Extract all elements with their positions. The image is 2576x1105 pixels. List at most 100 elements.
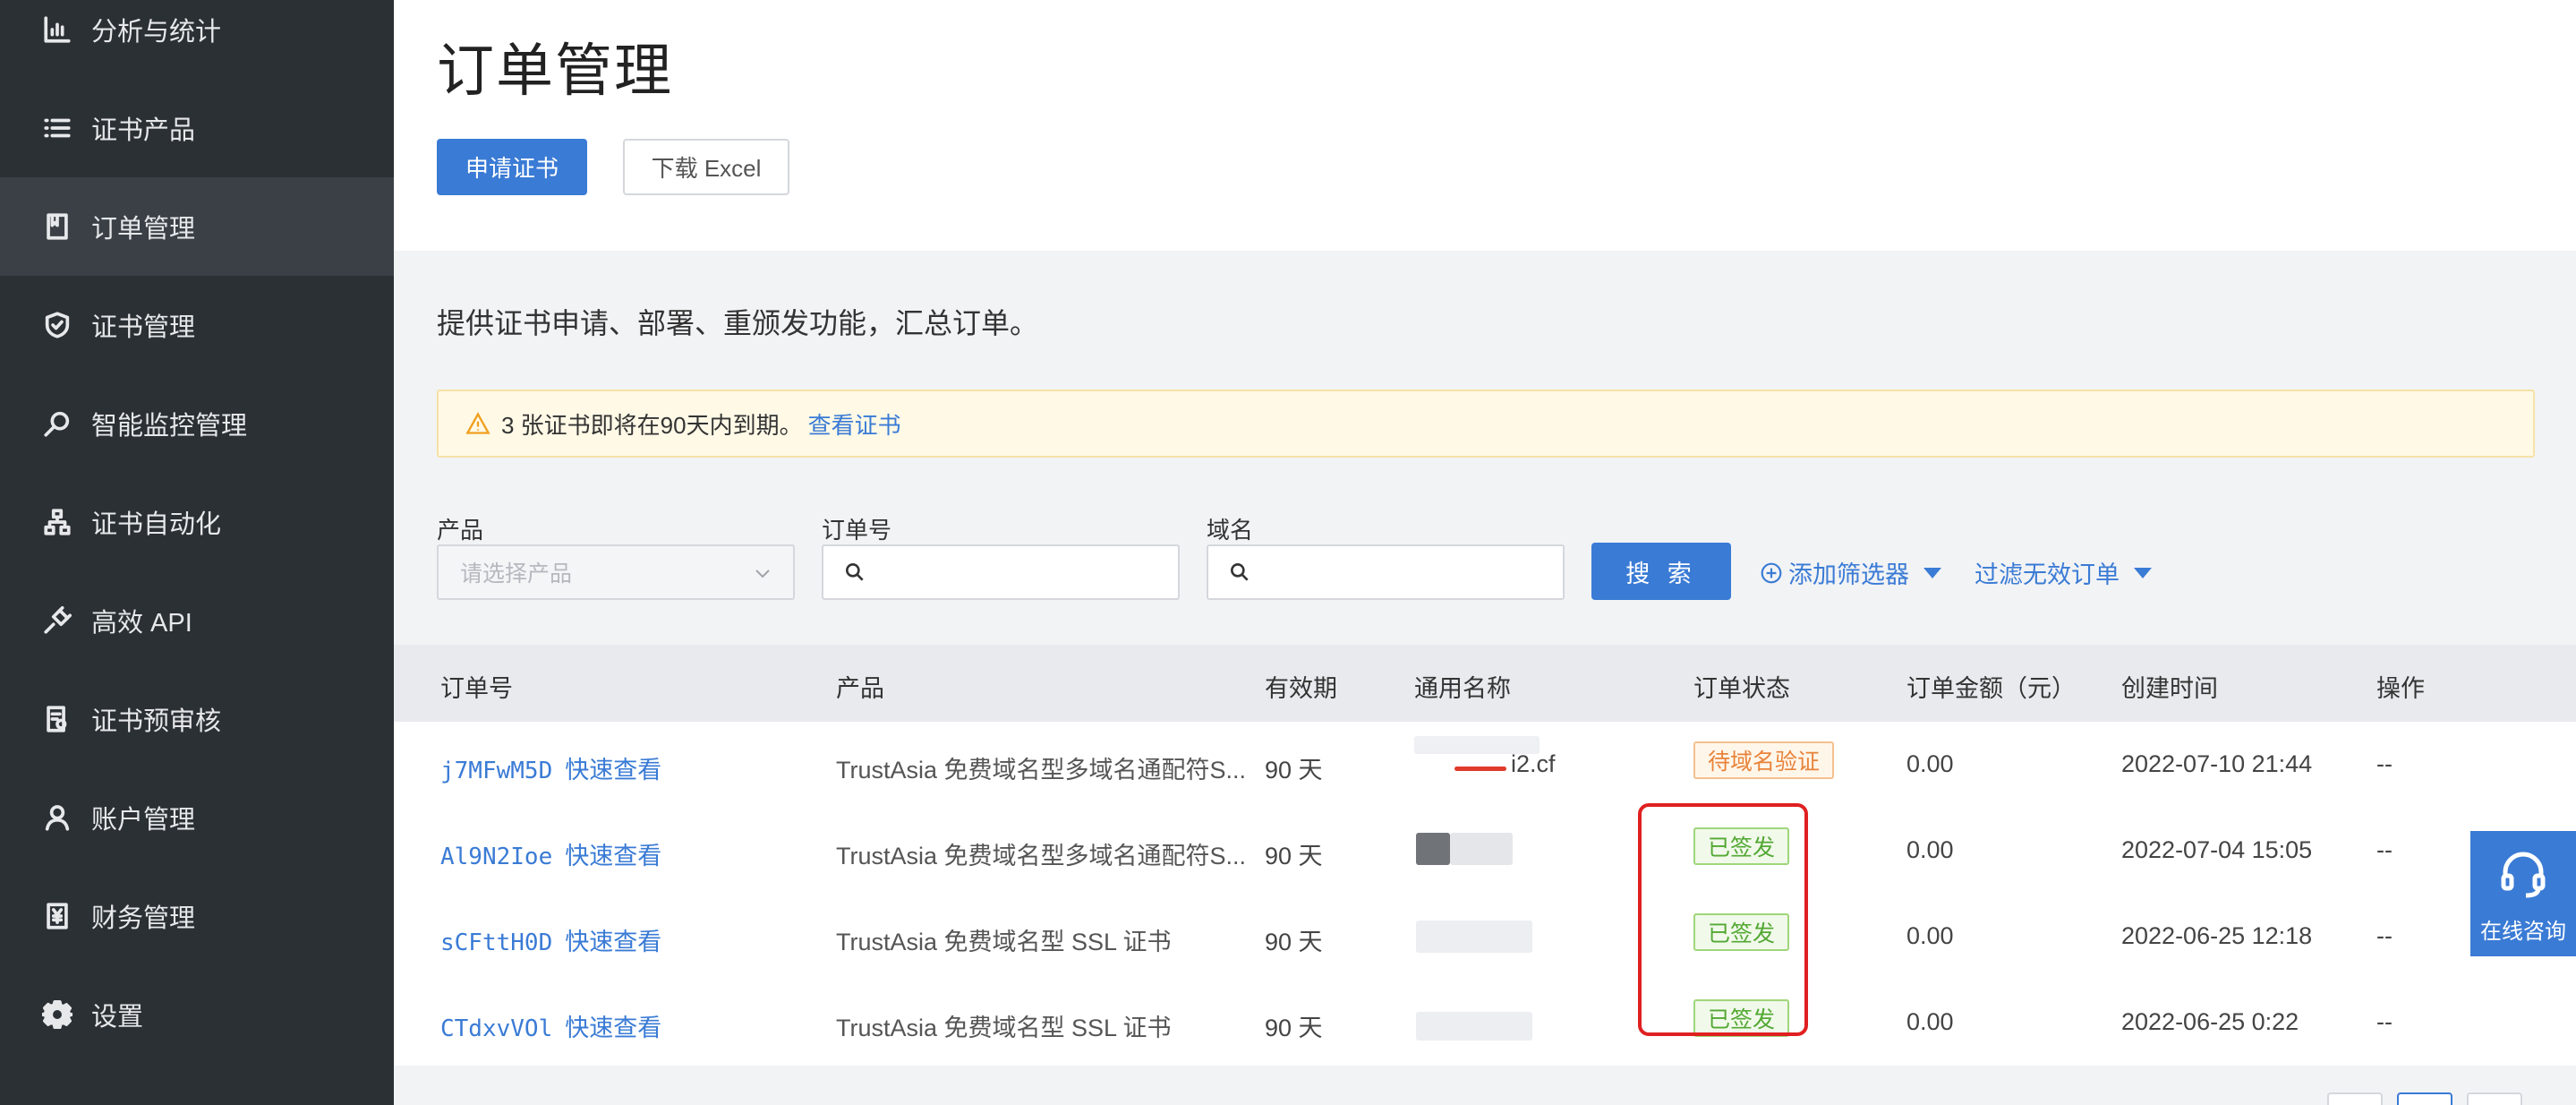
table-row[interactable]: j7MFwM5D 快速查看 TrustAsia 免费域名型多域名通配符S... 9… <box>394 722 2576 808</box>
gear-icon <box>39 997 75 1032</box>
created-time-cell: 2022-06-25 0:22 <box>2121 1008 2299 1035</box>
order-id-link[interactable]: j7MFwM5D <box>440 758 552 784</box>
sidebar-item-label: 设置 <box>91 1003 144 1032</box>
table-row[interactable]: Al9N2Ioe 快速查看 TrustAsia 免费域名型多域名通配符S... 9… <box>394 808 2576 894</box>
sidebar-item-label: 账户管理 <box>91 806 196 835</box>
order-id-cell: Al9N2Ioe 快速查看 <box>440 836 661 871</box>
sidebar-item-label: 证书自动化 <box>91 510 222 539</box>
sidebar-item-finance[interactable]: 财务管理 <box>0 867 394 965</box>
pagination-prev[interactable] <box>2327 1092 2383 1105</box>
amount-cell: 0.00 <box>1906 1008 1954 1035</box>
redacted-area <box>1416 833 1450 865</box>
online-consult-button[interactable]: 在线咨询 <box>2470 831 2576 956</box>
filter-invalid-orders-link[interactable]: 过滤无效订单 <box>1975 555 2152 590</box>
redaction-mark <box>1454 767 1506 771</box>
quick-view-link[interactable]: 快速查看 <box>565 843 661 869</box>
product-select[interactable]: 请选择产品 <box>437 544 795 600</box>
sidebar-item-monitoring[interactable]: 智能监控管理 <box>0 374 394 473</box>
sidebar-item-prereview[interactable]: 证书预审核 <box>0 670 394 768</box>
product-cell: TrustAsia 免费域名型 SSL 证书 <box>836 1015 1172 1041</box>
sidebar-item-products[interactable]: 证书产品 <box>0 79 394 177</box>
alert-text: 3 张证书即将在90天内到期。 <box>501 411 803 439</box>
plug-icon <box>39 603 75 638</box>
column-header: 订单金额（元） <box>1906 675 2076 702</box>
action-cell: -- <box>2376 836 2393 863</box>
view-certificates-link[interactable]: 查看证书 <box>808 407 901 441</box>
order-id-link[interactable]: sCFttH0D <box>440 929 552 956</box>
created-time-cell: 2022-07-04 15:05 <box>2121 836 2313 863</box>
sidebar-item-label: 高效 API <box>91 609 192 638</box>
sidebar-item-api[interactable]: 高效 API <box>0 571 394 670</box>
table-row[interactable]: CTdxvVOl 快速查看 TrustAsia 免费域名型 SSL 证书 90 天… <box>394 980 2576 1066</box>
sidebar-item-certificates[interactable]: 证书管理 <box>0 276 394 374</box>
order-number-input[interactable] <box>822 544 1180 600</box>
sidebar-item-label: 智能监控管理 <box>91 412 248 441</box>
column-header: 订单号 <box>440 675 513 702</box>
sidebar-item-label: 证书管理 <box>91 313 196 342</box>
domain-filter-label: 域名 <box>1207 517 1254 544</box>
redacted-area <box>1450 833 1513 865</box>
pagination-next[interactable] <box>2467 1092 2522 1105</box>
sidebar-item-label: 分析与统计 <box>91 18 222 47</box>
action-cell: -- <box>2376 1008 2393 1035</box>
created-time-cell: 2022-06-25 12:18 <box>2121 922 2313 949</box>
bar-chart-icon <box>39 12 75 47</box>
headset-icon <box>2501 852 2546 898</box>
product-cell: TrustAsia 免费域名型多域名通配符S... <box>836 757 1247 784</box>
caret-down-icon <box>1923 567 1941 578</box>
pagination-page[interactable] <box>2397 1092 2452 1105</box>
plus-circle-icon <box>1761 562 1782 583</box>
sidebar-item-label: 证书产品 <box>91 116 196 145</box>
quick-view-link[interactable]: 快速查看 <box>565 1015 661 1041</box>
add-filter-label: 添加筛选器 <box>1788 561 1909 588</box>
order-id-link[interactable]: CTdxvVOl <box>440 1015 552 1042</box>
sidebar-item-account[interactable]: 账户管理 <box>0 768 394 867</box>
sidebar-item-label: 证书预审核 <box>91 707 222 736</box>
list-icon <box>39 110 75 146</box>
monitor-search-icon <box>39 406 75 441</box>
common-name-cell: i2.cf <box>1511 750 1556 777</box>
yen-doc-icon <box>39 898 75 934</box>
column-header: 创建时间 <box>2121 675 2218 702</box>
validity-cell: 90 天 <box>1265 843 1323 869</box>
amount-cell: 0.00 <box>1906 836 1954 863</box>
caret-down-icon <box>2134 567 2152 578</box>
table-row[interactable]: sCFttH0D 快速查看 TrustAsia 免费域名型 SSL 证书 90 天… <box>394 894 2576 980</box>
product-cell: TrustAsia 免费域名型 SSL 证书 <box>836 929 1172 955</box>
product-cell: TrustAsia 免费域名型多域名通配符S... <box>836 843 1247 869</box>
add-filter-link[interactable]: 添加筛选器 <box>1760 555 1941 590</box>
column-header: 产品 <box>836 675 884 702</box>
online-consult-label: 在线咨询 <box>2480 920 2566 944</box>
expiry-alert: 3 张证书即将在90天内到期。 查看证书 <box>437 390 2535 458</box>
order-id-cell: sCFttH0D 快速查看 <box>440 922 661 957</box>
sidebar-item-label: 订单管理 <box>91 215 196 244</box>
order-id-cell: j7MFwM5D 快速查看 <box>440 750 661 785</box>
sidebar-item-automation[interactable]: 证书自动化 <box>0 473 394 571</box>
action-cell: -- <box>2376 922 2393 949</box>
redacted-area <box>1416 921 1532 953</box>
filter-invalid-label: 过滤无效订单 <box>1975 561 2120 588</box>
product-filter-label: 产品 <box>437 517 484 544</box>
order-id-cell: CTdxvVOl 快速查看 <box>440 1008 661 1043</box>
quick-view-link[interactable]: 快速查看 <box>565 757 661 784</box>
created-time-cell: 2022-07-10 21:44 <box>2121 750 2313 777</box>
apply-certificate-button[interactable]: 申请证书 <box>437 139 587 195</box>
sidebar-item-orders[interactable]: 订单管理 <box>0 177 394 276</box>
download-excel-button[interactable]: 下载 Excel <box>623 139 789 195</box>
validity-cell: 90 天 <box>1265 757 1323 784</box>
page-title: 订单管理 <box>437 39 673 103</box>
doc-check-icon <box>39 701 75 737</box>
domain-input[interactable] <box>1207 544 1565 600</box>
sidebar-item-analytics[interactable]: 分析与统计 <box>0 0 394 79</box>
sidebar-item-settings[interactable]: 设置 <box>0 965 394 1064</box>
validity-cell: 90 天 <box>1265 1015 1323 1041</box>
search-icon <box>846 563 864 581</box>
main-content: 订单管理 申请证书 下载 Excel 提供证书申请、部署、重颁发功能，汇总订单。… <box>394 0 2576 1105</box>
redacted-area <box>1416 1012 1532 1041</box>
amount-cell: 0.00 <box>1906 750 1954 777</box>
order-id-link[interactable]: Al9N2Ioe <box>440 844 552 870</box>
validity-cell: 90 天 <box>1265 929 1323 955</box>
search-button[interactable]: 搜 索 <box>1591 543 1731 600</box>
order-filter-label: 订单号 <box>822 517 892 544</box>
quick-view-link[interactable]: 快速查看 <box>565 929 661 955</box>
